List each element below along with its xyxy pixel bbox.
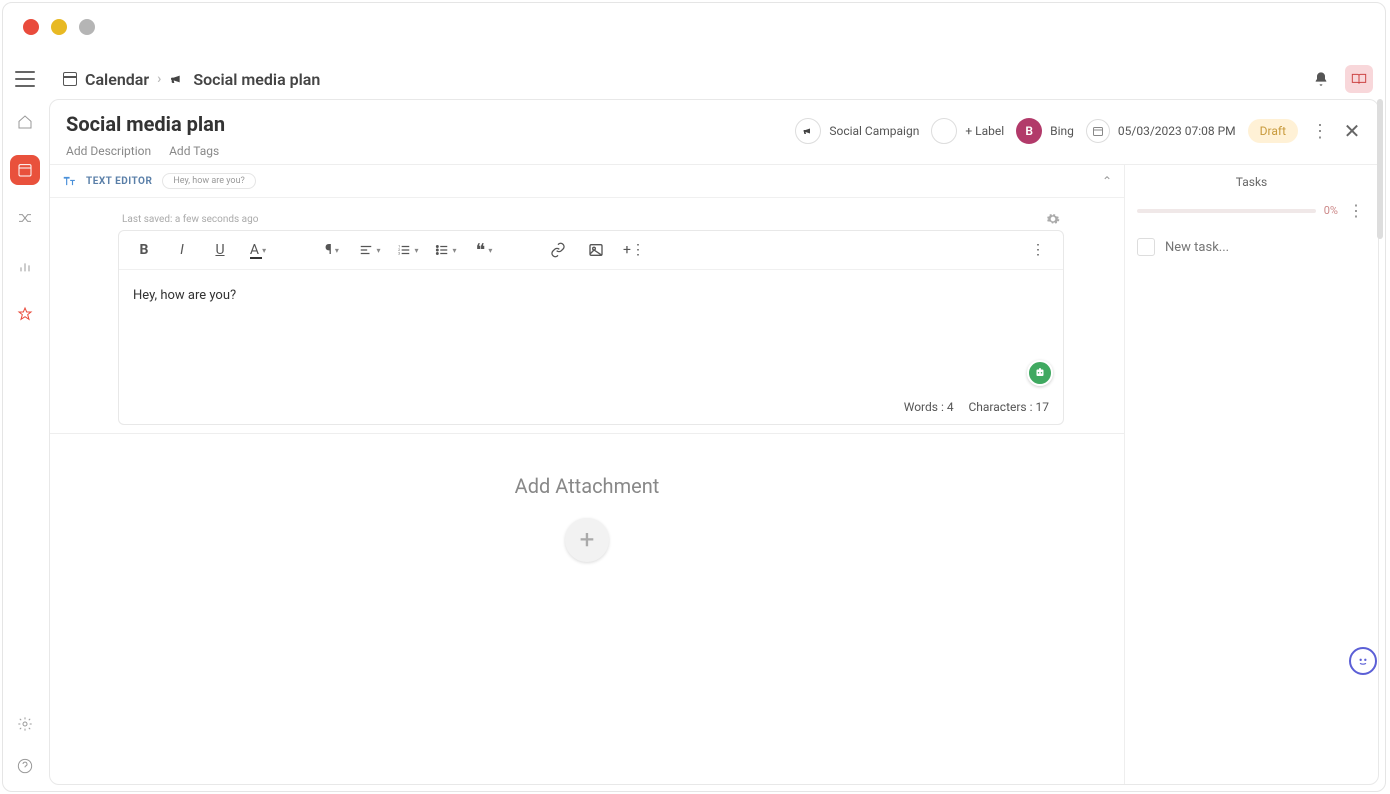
traffic-close[interactable] — [23, 19, 39, 35]
collapse-editor[interactable]: ⌃ — [1102, 174, 1112, 188]
traffic-maximize[interactable] — [79, 19, 95, 35]
text-color-button[interactable]: A — [247, 239, 269, 261]
hamburger-menu[interactable] — [15, 69, 35, 89]
scrollbar-thumb[interactable] — [1377, 99, 1383, 239]
rail-home[interactable] — [10, 107, 40, 137]
calendar-icon — [1092, 125, 1104, 137]
chars-count: 17 — [1036, 400, 1050, 414]
ordered-list-button[interactable]: 123 — [397, 239, 419, 261]
avatar: B — [1016, 118, 1042, 144]
tasks-percent: 0% — [1324, 204, 1338, 217]
schedule-pill[interactable]: 05/03/2023 07:08 PM — [1086, 119, 1236, 143]
words-count: 4 — [947, 400, 954, 414]
italic-button[interactable]: I — [171, 239, 193, 261]
assignee-name: Bing — [1050, 124, 1074, 138]
megaphone-icon — [802, 125, 814, 137]
rail-shuffle[interactable] — [10, 203, 40, 233]
underline-button[interactable]: U — [209, 239, 231, 261]
toolbar-more[interactable]: ⋮ — [1027, 239, 1049, 261]
rail-analytics[interactable] — [10, 251, 40, 281]
editor-content[interactable]: Hey, how are you? — [119, 270, 1063, 390]
last-saved: Last saved: a few seconds ago — [122, 214, 258, 225]
page-title: Social media plan — [66, 112, 795, 136]
more-menu[interactable]: ⋮ — [1310, 121, 1330, 142]
blank-circle-icon — [931, 118, 957, 144]
book-icon — [1351, 72, 1367, 86]
datetime-text: 05/03/2023 07:08 PM — [1118, 124, 1236, 138]
gear-icon[interactable] — [1046, 212, 1060, 226]
tasks-progress-bar — [1137, 209, 1316, 213]
campaign-pill[interactable]: Social Campaign — [795, 118, 919, 144]
snippet-pill: Hey, how are you? — [162, 173, 255, 189]
link-icon — [550, 242, 566, 258]
traffic-minimize[interactable] — [51, 19, 67, 35]
bold-button[interactable]: B — [133, 239, 155, 261]
editor-section-title: TEXT EDITOR — [86, 176, 152, 187]
rail-star[interactable] — [10, 299, 40, 329]
help-fab[interactable] — [1349, 647, 1377, 675]
rail-calendar[interactable] — [10, 155, 40, 185]
megaphone-icon — [169, 71, 185, 87]
add-tags-link[interactable]: Add Tags — [169, 144, 219, 158]
attachment-title: Add Attachment — [50, 474, 1124, 498]
chevron-right-icon: › — [157, 71, 161, 87]
assignee-pill[interactable]: B Bing — [1016, 118, 1074, 144]
add-attachment-button[interactable]: + — [565, 518, 609, 562]
add-label-text: + Label — [965, 124, 1004, 138]
add-label-pill[interactable]: + Label — [931, 118, 1004, 144]
image-icon — [588, 242, 604, 258]
bell-icon[interactable] — [1313, 71, 1329, 87]
bullet-list-icon — [435, 243, 449, 257]
svg-text:3: 3 — [399, 252, 401, 256]
quote-button[interactable]: ❝ — [473, 239, 495, 261]
tasks-title: Tasks — [1137, 175, 1366, 189]
breadcrumb: Calendar › Social media plan — [63, 70, 320, 89]
image-button[interactable] — [585, 239, 607, 261]
editor-stats: Words : 4 Characters : 17 — [119, 390, 1063, 424]
campaign-label: Social Campaign — [829, 124, 919, 138]
bot-icon — [1034, 367, 1046, 379]
new-task-input[interactable] — [1165, 240, 1331, 255]
align-button[interactable] — [359, 239, 381, 261]
tasks-more[interactable]: ⋮ — [1346, 201, 1366, 220]
add-description-link[interactable]: Add Description — [66, 144, 151, 158]
assistant-badge[interactable] — [1027, 360, 1053, 386]
bullet-list-button[interactable] — [435, 239, 457, 261]
face-icon — [1356, 654, 1370, 668]
task-checkbox[interactable] — [1137, 238, 1155, 256]
calendar-icon — [63, 72, 77, 86]
insert-more-button[interactable]: +⋮ — [623, 239, 645, 261]
breadcrumb-root[interactable]: Calendar — [85, 70, 149, 89]
text-editor-icon — [62, 174, 76, 188]
align-left-icon — [359, 243, 373, 257]
status-badge[interactable]: Draft — [1248, 119, 1298, 143]
breadcrumb-current: Social media plan — [193, 70, 320, 89]
words-label: Words : — [904, 400, 944, 414]
book-button[interactable] — [1345, 65, 1373, 93]
rail-help[interactable] — [10, 751, 40, 781]
chars-label: Characters : — [968, 400, 1032, 414]
close-button[interactable]: ✕ — [1342, 119, 1362, 143]
ordered-list-icon: 123 — [397, 243, 411, 257]
rail-settings[interactable] — [10, 709, 40, 739]
link-button[interactable] — [547, 239, 569, 261]
paragraph-button[interactable]: ¶ — [321, 239, 343, 261]
